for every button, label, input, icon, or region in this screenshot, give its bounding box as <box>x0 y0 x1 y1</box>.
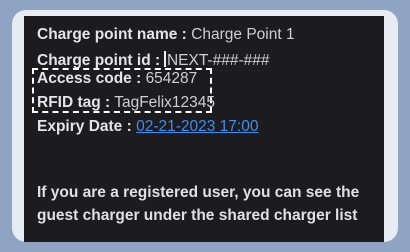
access-code-label: Access code : <box>37 70 142 87</box>
charge-point-name-value: Charge Point 1 <box>191 26 295 43</box>
expiry-date-row: Expiry Date : 02-21-2023 17:00 <box>37 118 258 136</box>
charge-point-name-row: Charge point name : Charge Point 1 <box>37 26 295 44</box>
charge-point-id-value: NEXT-###-### <box>166 52 270 69</box>
registered-user-note: If you are a registered user, you can se… <box>37 184 360 224</box>
expiry-date-label: Expiry Date : <box>37 118 132 135</box>
charge-point-id-label: Charge point id : <box>37 52 161 69</box>
rfid-tag-value: TagFelix12345 <box>114 94 216 111</box>
rfid-tag-row: RFID tag : TagFelix12345 <box>37 94 215 112</box>
access-code-value: 654287 <box>145 70 198 87</box>
charge-point-name-label: Charge point name : <box>37 26 187 43</box>
message-body: Charge point name : Charge Point 1 Charg… <box>24 16 384 242</box>
rfid-tag-label: RFID tag : <box>37 94 111 111</box>
text-cursor <box>164 51 166 67</box>
access-code-row: Access code : 654287 <box>37 70 197 88</box>
expiry-date-link[interactable]: 02-21-2023 17:00 <box>136 118 258 135</box>
